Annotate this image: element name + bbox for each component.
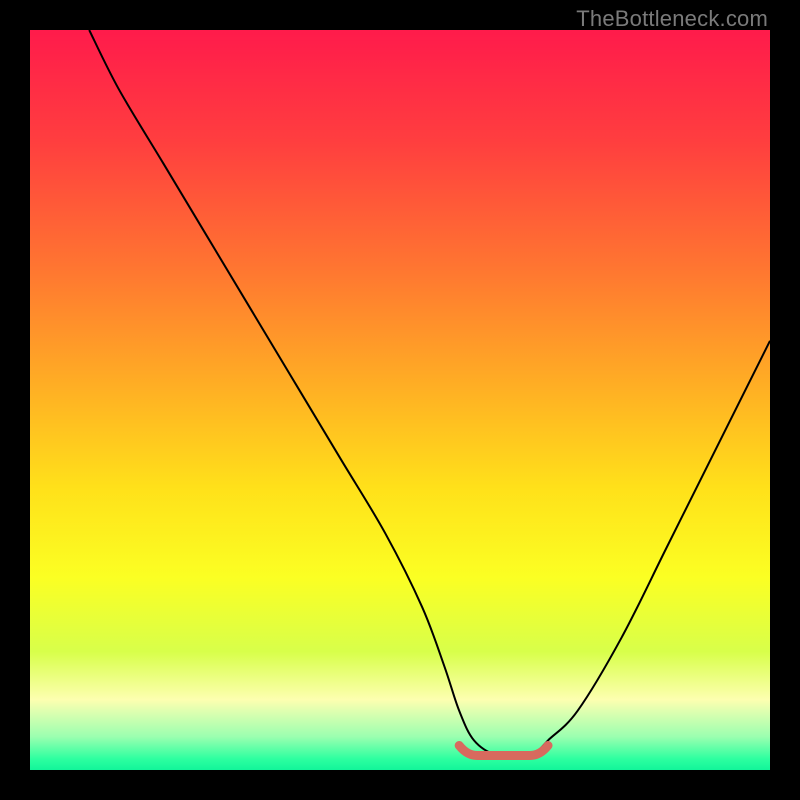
plot-area	[30, 30, 770, 770]
optimal-region-marker	[459, 746, 548, 756]
chart-frame: TheBottleneck.com	[0, 0, 800, 800]
watermark-text: TheBottleneck.com	[576, 6, 768, 32]
curve-line	[89, 30, 770, 756]
bottleneck-curve	[30, 30, 770, 770]
